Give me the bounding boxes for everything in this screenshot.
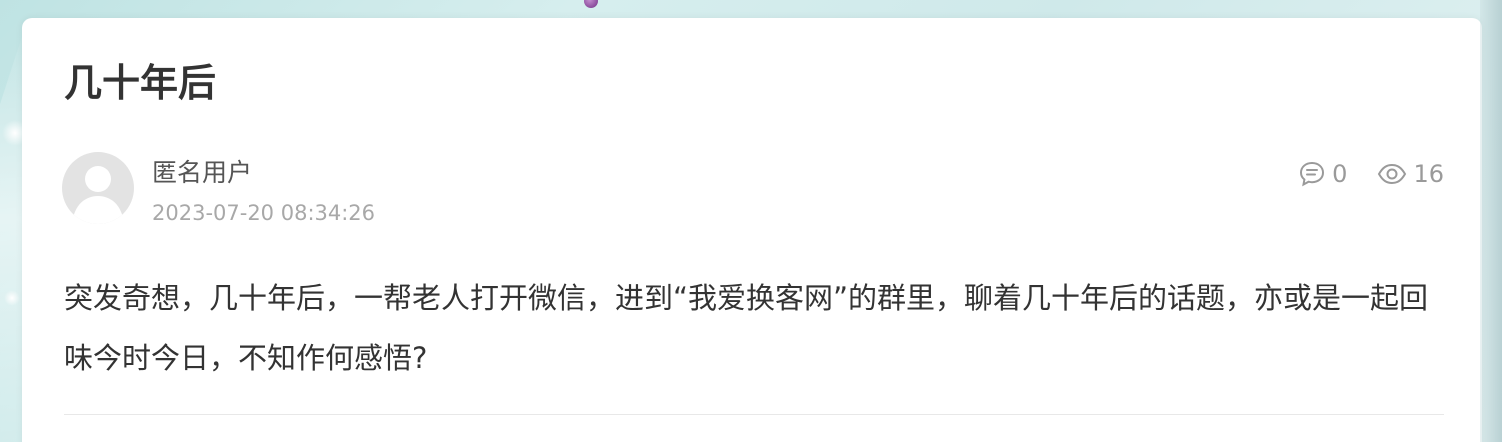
post-stats: 0 16: [1298, 158, 1444, 190]
eye-icon: [1378, 163, 1407, 185]
author-avatar[interactable]: [62, 152, 134, 224]
divider: [64, 414, 1444, 415]
post-title: 几十年后: [64, 61, 217, 105]
author-name[interactable]: 匿名用户: [152, 156, 252, 190]
comment-icon: [1300, 161, 1325, 187]
post-card: 几十年后 匿名用户 2023-07-20 08:34:26 0 16 突发奇想，…: [22, 18, 1482, 442]
background-decoration: [584, 0, 598, 8]
user-avatar-icon: [72, 166, 124, 224]
post-body: 突发奇想，几十年后，一帮老人打开微信，进到“我爱换客网”的群里，聊着几十年后的话…: [64, 281, 1429, 375]
view-count-stat: 16: [1377, 158, 1444, 190]
comment-count: 0: [1332, 160, 1348, 188]
view-count: 16: [1413, 160, 1444, 188]
background-sparkle: [4, 290, 20, 306]
page-edge-shadow: [1480, 0, 1502, 442]
comment-count-stat[interactable]: 0: [1298, 158, 1347, 190]
post-date: 2023-07-20 08:34:26: [152, 201, 376, 225]
